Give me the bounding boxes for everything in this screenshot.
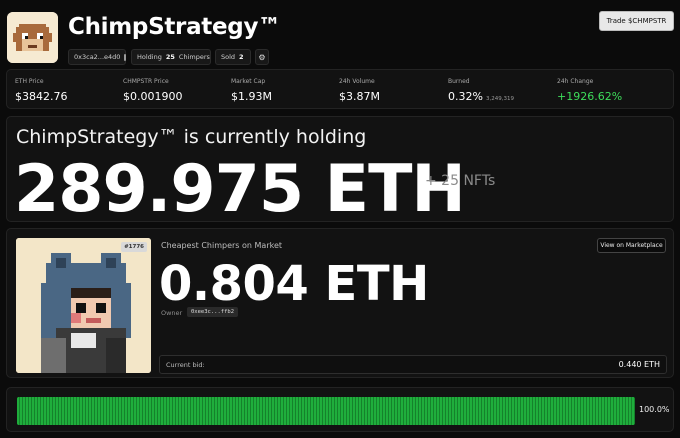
stat-chmpstr-price: CHMPSTR Price $0.001900	[123, 78, 183, 104]
stat-value: $1.93M	[231, 90, 272, 103]
copy-icon[interactable]	[124, 53, 127, 61]
settings-button[interactable]: ⚙	[255, 49, 269, 65]
stats-bar: ETH Price $3842.76 CHMPSTR Price $0.0019…	[6, 69, 674, 109]
stat-sub: 3,249,319	[485, 96, 514, 102]
header: ChimpStrategy™ 0x3ca2...e4d0 Holding 25 …	[0, 0, 680, 68]
stat-label: 24h Volume	[339, 78, 375, 85]
progress-fill	[17, 397, 635, 425]
holding-amount: 289.975 ETH	[14, 152, 466, 227]
owner-address[interactable]: 0xee3c...ffb2	[187, 307, 239, 317]
stat-label: ETH Price	[15, 78, 44, 85]
holding-nfts: + 25 NFTs	[425, 173, 496, 189]
holding-label: Holding	[137, 53, 162, 61]
sold-label: Sold	[221, 53, 236, 61]
chimp-logo-icon	[7, 12, 58, 63]
contract-address: 0x3ca2...e4d0	[74, 53, 121, 61]
stat-value: 0.32%	[448, 90, 483, 103]
stat-market-cap: Market Cap $1.93M	[231, 78, 272, 104]
stat-value: $3842.76	[15, 90, 68, 103]
holding-unit: Chimpers	[178, 53, 210, 61]
stat-value: $3.87M	[339, 90, 380, 103]
holding-pill: Holding 25 Chimpers	[131, 49, 211, 65]
market-card: #1776 Cheapest Chimpers on Market View o…	[6, 228, 674, 378]
bid-label: Current bid:	[166, 361, 205, 369]
stat-burned: Burned 0.32% 3,249,319	[448, 78, 514, 104]
bid-value: 0.440 ETH	[618, 360, 660, 369]
sold-count: 2	[239, 53, 244, 61]
holding-card: ChimpStrategy™ is currently holding 289.…	[6, 116, 674, 227]
view-marketplace-button[interactable]: View on Marketplace	[597, 238, 666, 253]
owner-label: Owner	[161, 309, 183, 317]
contract-address-pill[interactable]: 0x3ca2...e4d0	[68, 49, 127, 65]
sold-pill: Sold 2	[215, 49, 251, 65]
progress-card: 100.0%	[6, 387, 674, 432]
app-title: ChimpStrategy™	[68, 14, 281, 40]
stat-label: Burned	[448, 78, 470, 85]
nft-id-badge: #1776	[121, 242, 147, 252]
stat-label: 24h Change	[557, 78, 594, 85]
stat-24h-change: 24h Change +1926.62%	[557, 78, 622, 104]
holding-count: 25	[165, 53, 175, 61]
market-price: 0.804 ETH	[159, 256, 429, 312]
nft-image[interactable]: #1776	[16, 238, 151, 373]
gear-icon: ⚙	[258, 52, 266, 62]
stat-eth-price: ETH Price $3842.76	[15, 78, 68, 104]
stat-24h-volume: 24h Volume $3.87M	[339, 78, 380, 104]
current-bid-row: Current bid: 0.440 ETH	[159, 355, 667, 374]
stat-label: Market Cap	[231, 78, 266, 85]
stat-value: $0.001900	[123, 90, 183, 103]
progress-track	[17, 397, 635, 425]
stat-value: +1926.62%	[557, 90, 623, 103]
market-title: Cheapest Chimpers on Market	[161, 241, 283, 250]
trade-button[interactable]: Trade $CHMPSTR	[599, 11, 674, 31]
stat-label: CHMPSTR Price	[123, 78, 169, 85]
progress-label: 100.0%	[639, 405, 670, 414]
